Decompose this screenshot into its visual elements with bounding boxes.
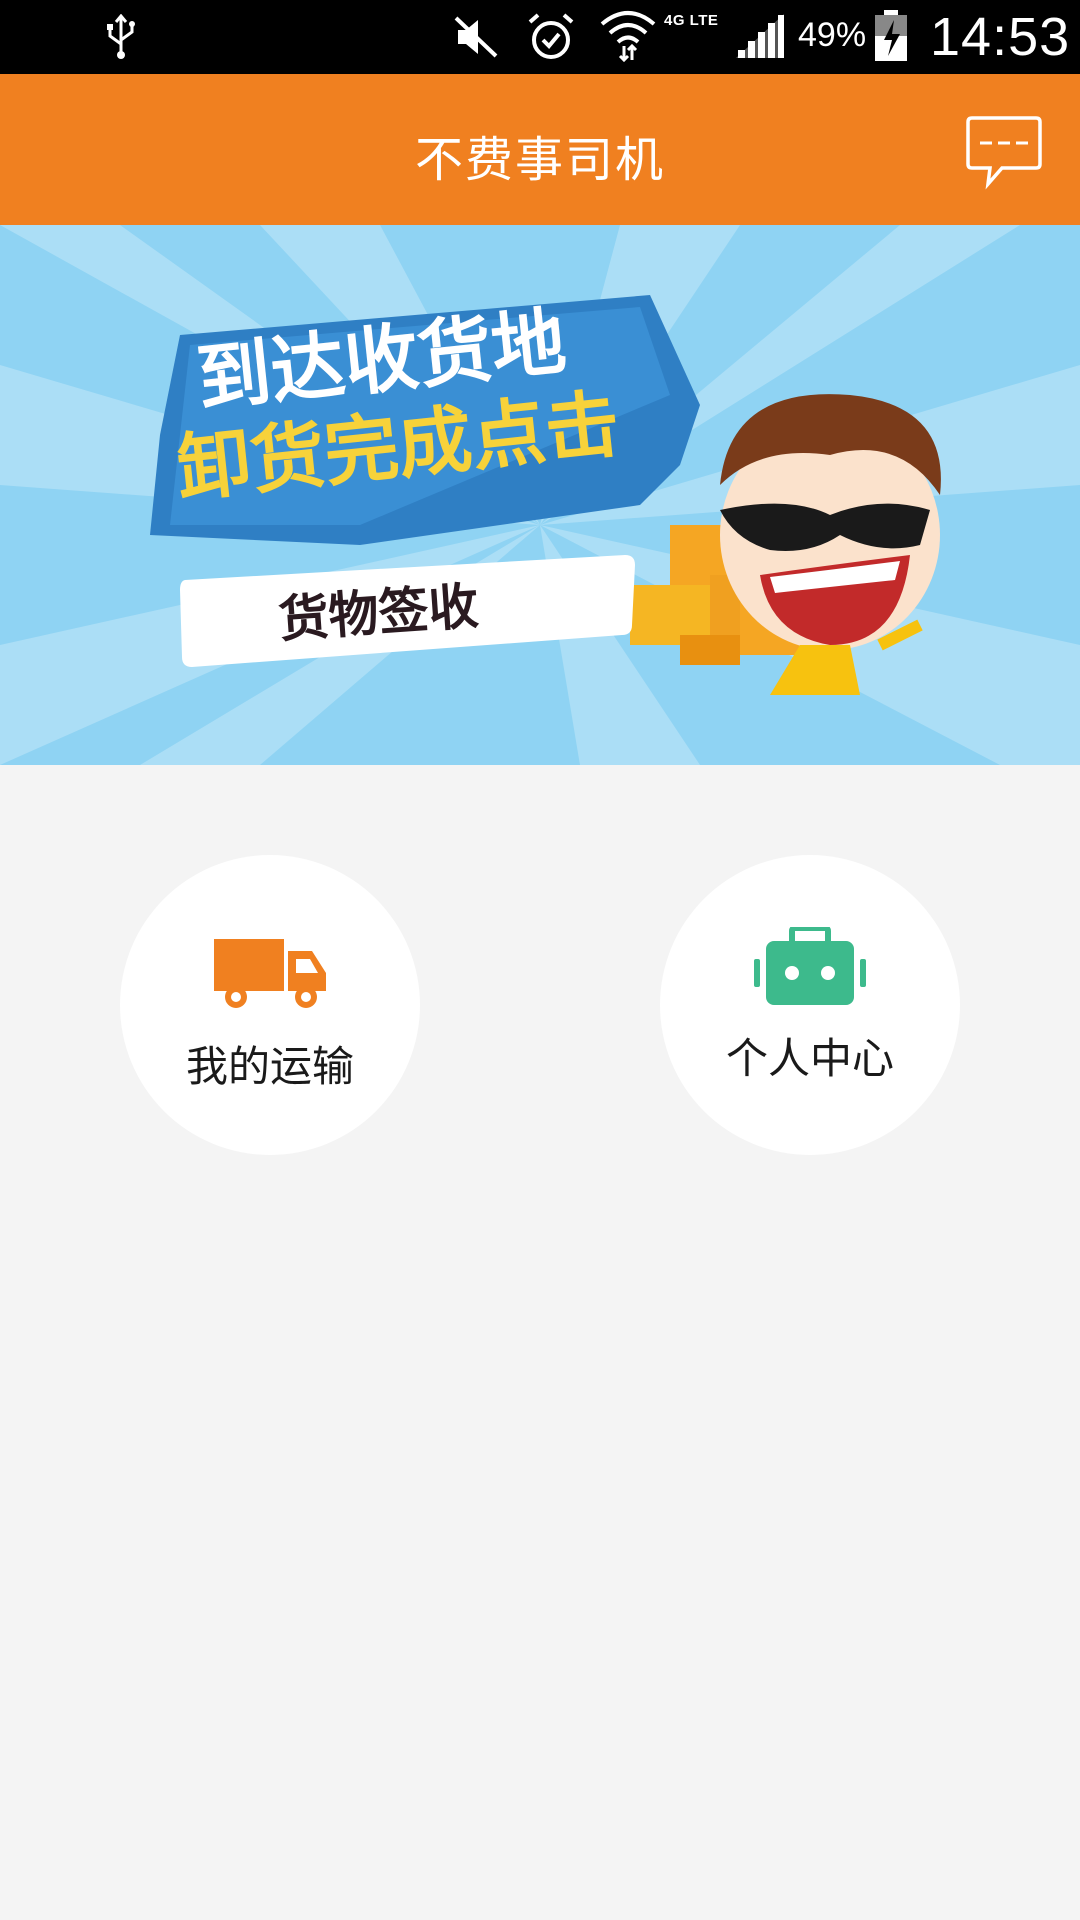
personal-center-button[interactable]: 个人中心 [660, 855, 960, 1155]
wifi-icon [600, 11, 656, 62]
battery-icon [875, 10, 907, 61]
app-header: 不费事司机 [0, 74, 1080, 225]
battery-percentage: 49% [798, 16, 867, 54]
alarm-icon [528, 13, 574, 59]
personal-center-label: 个人中心 [725, 1034, 894, 1083]
banner-button-label: 货物签收 [277, 577, 481, 649]
usb-icon [107, 14, 135, 59]
signal-icon [736, 14, 784, 58]
clock: 14:53 [930, 7, 1071, 67]
status-bar: 4G LTE 49% 14:53 [0, 0, 1080, 74]
my-transport-label: 我的运输 [185, 1042, 354, 1091]
briefcase-icon [754, 927, 866, 1005]
network-type: 4G LTE [664, 12, 719, 29]
my-transport-button[interactable]: 我的运输 [120, 855, 420, 1155]
chat-bubble-icon[interactable] [966, 114, 1042, 190]
truck-icon [214, 939, 326, 1008]
mute-icon [454, 16, 498, 58]
promo-banner[interactable]: 到达收货地 卸货完成点击 货物签收 [0, 225, 1080, 765]
page-title: 不费事司机 [414, 132, 665, 188]
